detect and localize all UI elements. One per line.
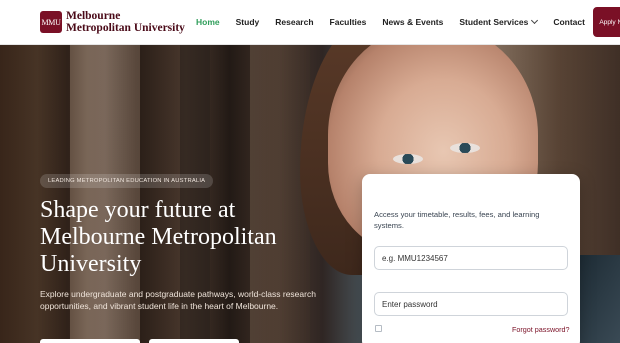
nav-study[interactable]: Study [236,17,260,27]
hero-secondary-button[interactable] [149,339,239,343]
nav-student-services-label: Student Services [459,17,529,27]
hero-description: Explore undergraduate and postgraduate p… [40,289,316,311]
login-intro: Access your timetable, results, fees, an… [374,210,540,230]
site-header: MMU Melbourne Metropolitan University Ho… [0,0,620,45]
logo-text: Melbourne Metropolitan University [66,10,185,34]
nav-faculties[interactable]: Faculties [330,17,367,27]
student-login-card: Access your timetable, results, fees, an… [362,174,580,343]
nav-student-services[interactable]: Student Services [459,16,539,27]
nav-contact[interactable]: Contact [553,17,585,27]
apply-now-button[interactable]: Apply Now [592,7,620,37]
nav-home[interactable]: Home [196,17,220,27]
student-id-input[interactable] [374,246,568,270]
nav-research[interactable]: Research [275,17,313,27]
main-nav: Home Study Research Faculties News & Eve… [196,7,620,37]
hero-eyebrow: LEADING METROPOLITAN EDUCATION IN AUSTRA… [40,174,214,188]
hero-title: Shape your future at Melbourne Metropoli… [40,197,277,277]
forgot-password-link[interactable]: Forgot password? [512,325,570,334]
logo-badge: MMU [40,11,62,33]
chevron-down-icon [531,16,539,25]
nav-news-events[interactable]: News & Events [382,17,443,27]
remember-me-checkbox[interactable] [375,325,382,332]
hero-photo-eye [450,143,480,153]
hero-primary-button[interactable] [40,339,140,343]
logo[interactable]: MMU Melbourne Metropolitan University [40,10,188,34]
hero-photo-eye [393,154,423,164]
password-input[interactable] [374,292,568,316]
